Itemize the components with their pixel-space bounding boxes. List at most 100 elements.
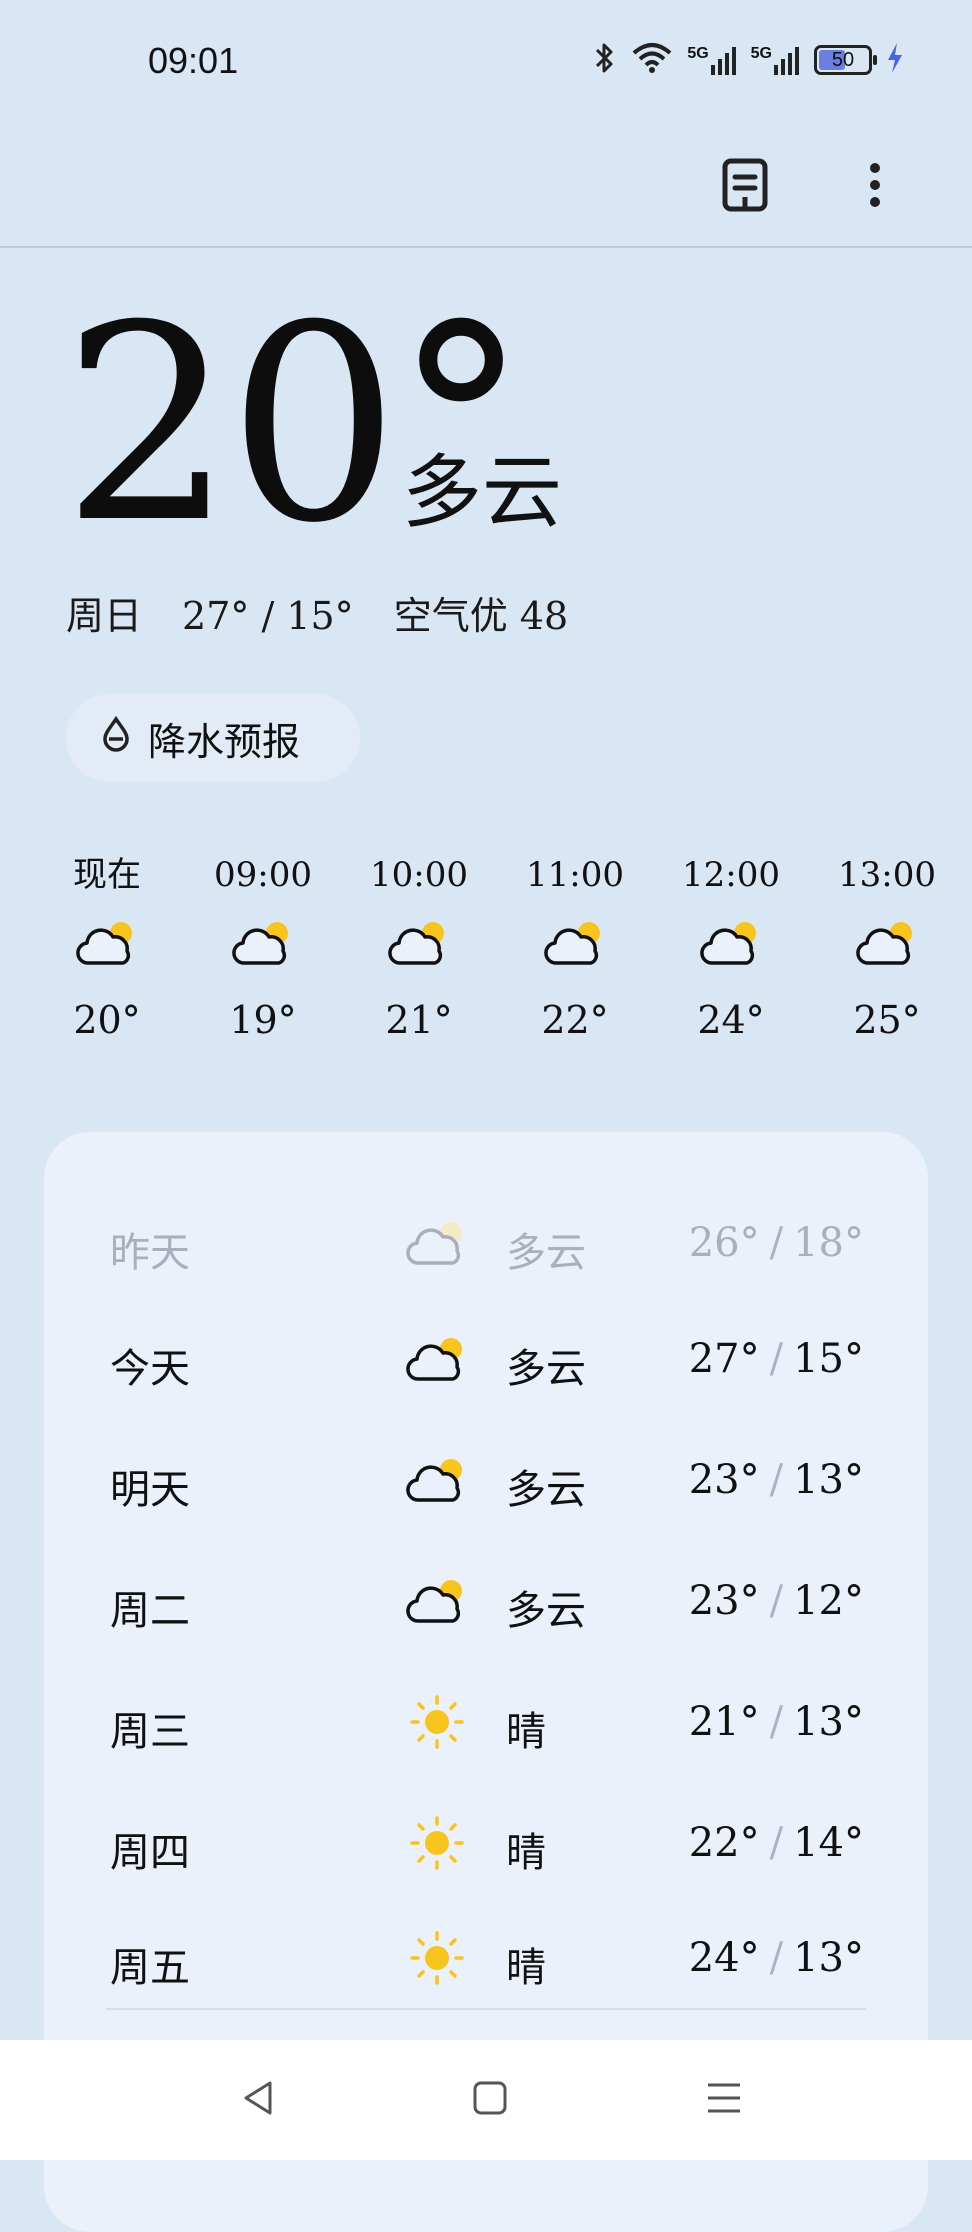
hourly-item: 09:00 19° [198,850,328,1050]
charging-icon [886,42,904,78]
sun-icon [409,1930,465,1990]
hourly-time: 11:00 [526,855,624,895]
hourly-item: 12:00 24° [666,850,796,1050]
status-icons: 5G 5G 50 [593,40,904,80]
daily-low: 15° [793,1336,864,1382]
wifi-icon [631,41,673,79]
daily-temp-separator: / [769,1220,784,1266]
daily-temp-range: 23°/12° [689,1578,864,1624]
partly-cloudy-icon [855,917,919,973]
hourly-time: 10:00 [370,855,468,895]
hourly-time: 09:00 [214,855,312,895]
battery-icon: 50 [814,45,877,75]
daily-temp-separator: / [769,1578,784,1624]
daily-low: 18° [793,1220,864,1266]
nav-recents-button[interactable] [694,2070,754,2130]
daily-day: 今天 [110,1346,190,1392]
daily-day: 明天 [110,1467,190,1513]
daily-row-today[interactable]: 今天 多云 27°/15° [44,1304,928,1424]
daily-high: 21° [688,1699,760,1745]
daily-row-tuesday[interactable]: 周二 多云 23°/12° [44,1546,928,1666]
card-divider [106,2008,866,2010]
partly-cloudy-icon [405,1575,469,1631]
daily-low: 13° [793,1699,864,1745]
status-bar: 09:01 5G 5G 50 [0,0,972,120]
daily-high: 23° [688,1578,760,1624]
document-icon [721,157,769,217]
hourly-item: 现在 20° [42,850,172,1050]
raindrop-icon [102,715,130,761]
partly-cloudy-icon [543,917,607,973]
daily-low: 14° [793,1820,864,1866]
daily-day: 周三 [110,1709,190,1755]
document-button[interactable] [710,152,780,222]
daily-condition: 晴 [506,1830,546,1876]
current-condition: 多云 [402,446,562,539]
daily-high: 27° [688,1336,760,1382]
more-vertical-icon [868,161,882,213]
nav-home-button[interactable] [460,2070,520,2130]
system-nav-bar [0,2040,972,2160]
daily-row-tomorrow[interactable]: 明天 多云 23°/13° [44,1425,928,1545]
hourly-item: 13:00 25° [822,850,952,1050]
daily-temp-separator: / [769,1457,784,1503]
daily-temp-range: 22°/14° [689,1820,864,1866]
partly-cloudy-icon [231,917,295,973]
daily-day: 周四 [110,1830,190,1876]
daily-row-friday[interactable]: 周五 晴 24°/13° [44,1903,928,2023]
cellular-signal-icon-2: 5G [751,45,800,75]
battery-level: 50 [831,48,855,71]
daily-condition: 多云 [506,1230,586,1276]
daily-condition: 多云 [506,1588,586,1634]
current-day: 周日 [66,594,143,638]
bluetooth-icon [593,40,617,80]
cellular-signal-icon-1: 5G [687,45,736,75]
hourly-temp: 20° [73,998,141,1042]
partly-cloudy-icon [699,917,763,973]
daily-temp-range: 21°/13° [689,1699,864,1745]
daily-condition: 多云 [506,1467,586,1513]
daily-low: 13° [793,1457,864,1503]
daily-row-wednesday[interactable]: 周三 晴 21°/13° [44,1667,928,1787]
precipitation-forecast-button[interactable]: 降水预报 [66,694,360,782]
daily-temp-range: 23°/13° [689,1457,864,1503]
home-square-icon [472,2080,508,2120]
partly-cloudy-icon [405,1333,469,1389]
daily-temp-separator: / [769,1935,784,1981]
hourly-item: 10:00 21° [354,850,484,1050]
top-bar [0,120,972,248]
sun-icon [409,1694,465,1754]
daily-high: 22° [688,1820,760,1866]
hourly-temp: 25° [853,998,921,1042]
air-quality[interactable]: 空气优 48 [394,594,568,638]
partly-cloudy-icon [387,917,451,973]
daily-temp-separator: / [769,1336,784,1382]
daily-high: 26° [688,1220,760,1266]
daily-condition: 晴 [506,1945,546,1991]
daily-temp-range: 27°/15° [689,1336,864,1382]
partly-cloudy-icon [405,1454,469,1510]
back-triangle-icon [240,2079,276,2121]
menu-lines-icon [705,2080,743,2120]
network-type-label: 5G [750,45,772,62]
hourly-temp: 22° [541,998,609,1042]
hourly-time: 12:00 [682,855,780,895]
hourly-temp: 24° [697,998,765,1042]
daily-row-yesterday[interactable]: 昨天 多云 26°/18° [44,1188,928,1308]
partly-cloudy-icon [405,1217,469,1273]
daily-low: 12° [793,1578,864,1624]
hourly-forecast[interactable]: 现在 20° 09:00 19° 10:00 21° 11:00 22° 12:… [42,850,952,1080]
nav-back-button[interactable] [228,2070,288,2130]
status-time: 09:01 [148,40,239,81]
more-options-button[interactable] [840,152,910,222]
daily-condition: 多云 [506,1346,586,1392]
daily-high: 24° [688,1935,760,1981]
daily-high: 23° [688,1457,760,1503]
daily-day: 周二 [110,1588,190,1634]
daily-temp-range: 26°/18° [689,1220,864,1266]
hourly-temp: 21° [385,998,453,1042]
daily-condition: 晴 [506,1709,546,1755]
daily-row-thursday[interactable]: 周四 晴 22°/14° [44,1788,928,1908]
daily-low: 13° [793,1935,864,1981]
current-summary: 周日 27° / 15° 空气优 48 [66,585,608,640]
